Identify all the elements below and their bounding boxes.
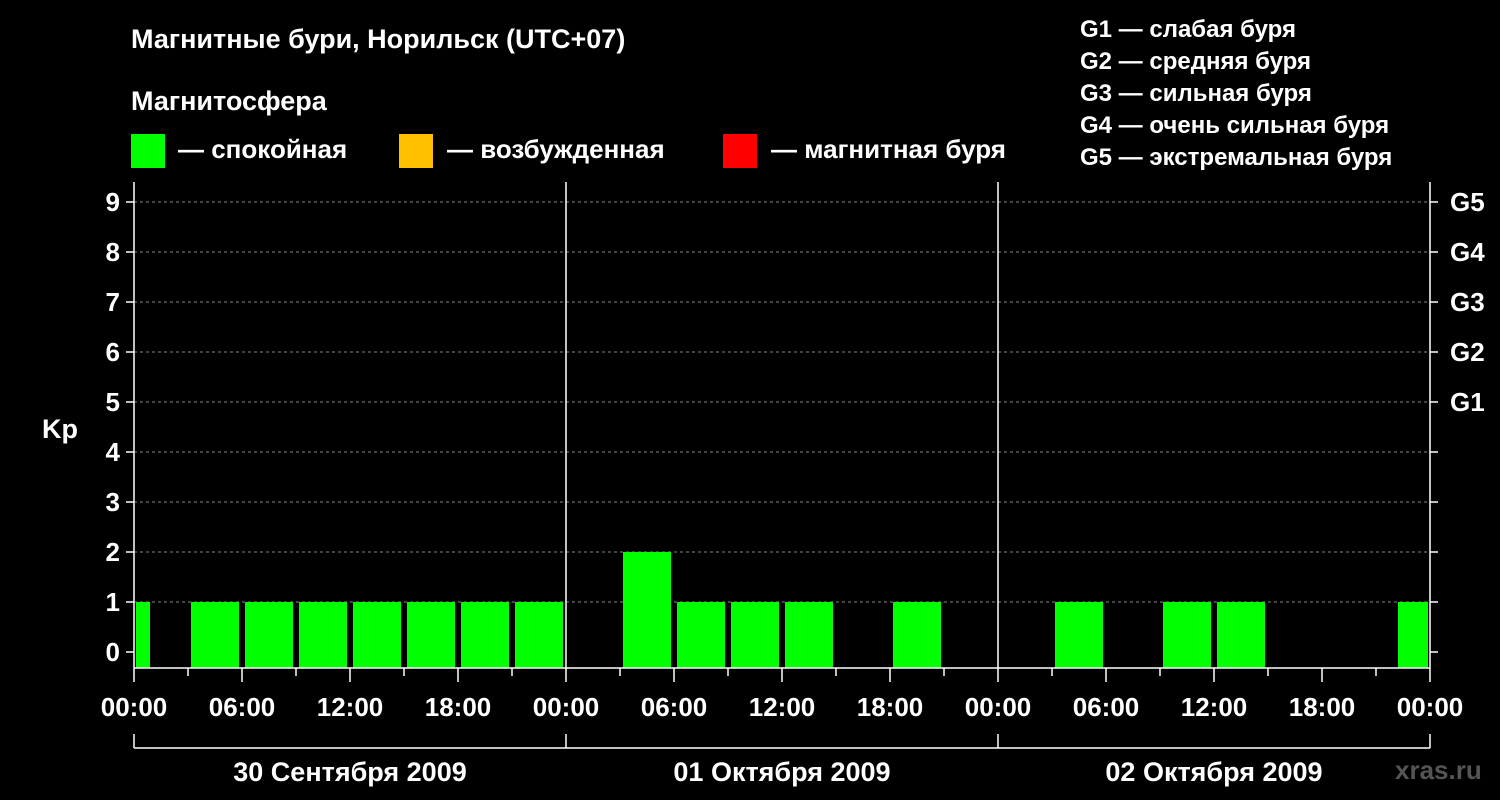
g-axis-label: G3 xyxy=(1450,287,1485,317)
x-tick-label: 00:00 xyxy=(965,692,1032,722)
kp-bar xyxy=(677,602,725,668)
kp-bar xyxy=(515,602,563,668)
x-tick-label: 12:00 xyxy=(317,692,384,722)
y-tick-label: 6 xyxy=(106,337,120,367)
x-tick-label: 06:00 xyxy=(1073,692,1140,722)
x-tick-label: 18:00 xyxy=(857,692,924,722)
y-tick-label: 5 xyxy=(106,387,120,417)
kp-bar xyxy=(623,552,671,668)
g-axis-label: G4 xyxy=(1450,237,1485,267)
y-tick-label: 0 xyxy=(106,637,120,667)
g-axis-label: G2 xyxy=(1450,337,1485,367)
kp-bar xyxy=(893,602,941,668)
kp-bar xyxy=(353,602,401,668)
x-tick-label: 00:00 xyxy=(1397,692,1464,722)
kp-bar xyxy=(299,602,347,668)
x-tick-label: 00:00 xyxy=(101,692,168,722)
x-tick-label: 00:00 xyxy=(533,692,600,722)
x-tick-label: 06:00 xyxy=(641,692,708,722)
y-tick-label: 4 xyxy=(106,437,121,467)
x-tick-label: 12:00 xyxy=(1181,692,1248,722)
x-tick-label: 18:00 xyxy=(1289,692,1356,722)
y-tick-label: 8 xyxy=(106,237,120,267)
kp-bar xyxy=(1398,602,1428,668)
watermark: xras.ru xyxy=(1395,755,1482,785)
kp-bar xyxy=(1055,602,1103,668)
y-tick-label: 7 xyxy=(106,287,120,317)
y-tick-label: 2 xyxy=(106,537,120,567)
kp-bar xyxy=(407,602,455,668)
day-label: 01 Октября 2009 xyxy=(673,757,890,787)
kp-bar xyxy=(136,602,150,668)
kp-bar xyxy=(785,602,833,668)
x-tick-label: 18:00 xyxy=(425,692,492,722)
y-tick-label: 1 xyxy=(106,587,120,617)
y-tick-label: 3 xyxy=(106,487,120,517)
kp-bar xyxy=(1217,602,1265,668)
x-tick-label: 06:00 xyxy=(209,692,276,722)
y-axis-label: Kp xyxy=(42,414,78,444)
kp-bar xyxy=(245,602,293,668)
kp-bar xyxy=(731,602,779,668)
kp-bar xyxy=(461,602,509,668)
kp-bar xyxy=(1163,602,1211,668)
day-label: 02 Октября 2009 xyxy=(1105,757,1322,787)
y-tick-label: 9 xyxy=(106,187,120,217)
g-axis-label: G5 xyxy=(1450,187,1485,217)
kp-chart: 0 1 2 3 4 5 6 7 8 9 G1 G2 G3 G4 G5 Kp 00:00 06:00 12:00 18:… xyxy=(42,182,1485,787)
x-tick-label: 12:00 xyxy=(749,692,816,722)
kp-bar xyxy=(191,602,239,668)
g-axis-label: G1 xyxy=(1450,387,1485,417)
day-label: 30 Сентября 2009 xyxy=(233,757,466,787)
